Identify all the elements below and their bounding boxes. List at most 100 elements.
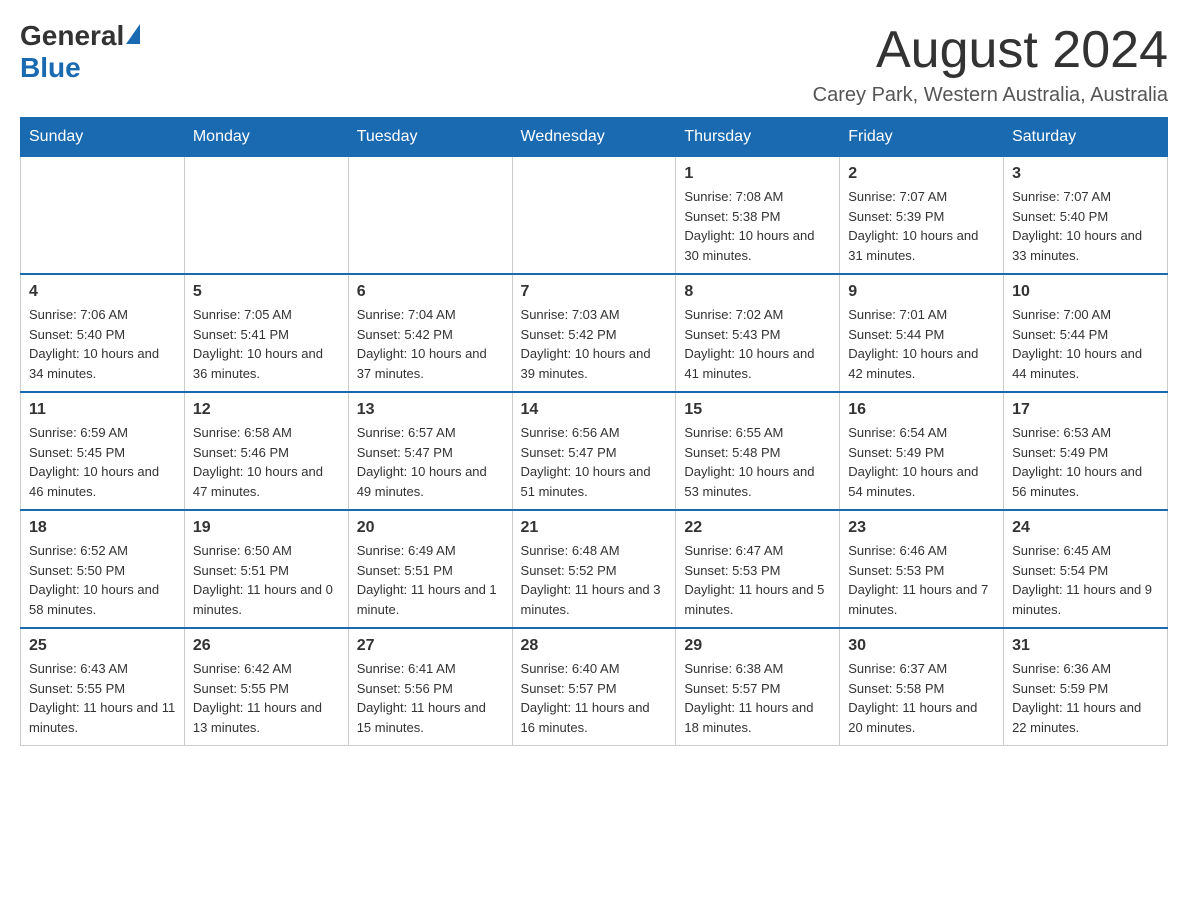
- table-row: [21, 157, 185, 275]
- day-number: 15: [684, 401, 831, 419]
- table-row: 14Sunrise: 6:56 AM Sunset: 5:47 PM Dayli…: [512, 392, 676, 510]
- calendar-week-row: 4 Sunrise: 7:06 AM Sunset: 5:40 PM Daylig…: [21, 274, 1168, 392]
- day-number: 8: [684, 283, 831, 301]
- day-info: Sunrise: 6:43 AM Sunset: 5:55 PM Dayligh…: [29, 659, 176, 737]
- day-info: Sunrise: 7:03 AM Sunset: 5:42 PM Dayligh…: [521, 305, 668, 383]
- table-row: 19Sunrise: 6:50 AM Sunset: 5:51 PM Dayli…: [184, 510, 348, 628]
- calendar-week-row: 11 Sunrise: 6:59 AM Sunset: 5:45 PM Dayli…: [21, 392, 1168, 510]
- table-row: 22 Sunrise: 6:47 AM Sunset: 5:53 PM Dayli…: [676, 510, 840, 628]
- day-info: Sunrise: 7:00 AM Sunset: 5:44 PM Dayligh…: [1012, 305, 1159, 383]
- table-row: 28 Sunrise: 6:40 AM Sunset: 5:57 PM Dayli…: [512, 628, 676, 746]
- table-row: 25 Sunrise: 6:43 AM Sunset: 5:55 PM Dayli…: [21, 628, 185, 746]
- calendar-table: Sunday Monday Tuesday Wednesday Thursday…: [20, 117, 1168, 746]
- day-info: Sunrise: 7:01 AM Sunset: 5:44 PM Dayligh…: [848, 305, 995, 383]
- day-number: 10: [1012, 283, 1159, 301]
- table-row: [348, 157, 512, 275]
- day-number: 24: [1012, 519, 1159, 537]
- day-number: 12: [193, 401, 340, 419]
- day-info: Sunrise: 6:40 AM Sunset: 5:57 PM Dayligh…: [521, 659, 668, 737]
- day-number: 9: [848, 283, 995, 301]
- title-block: August 2024 Carey Park, Western Australi…: [813, 20, 1168, 107]
- page-header: General Blue August 2024 Carey Park, Wes…: [20, 20, 1168, 107]
- table-row: 9 Sunrise: 7:01 AM Sunset: 5:44 PM Daylig…: [840, 274, 1004, 392]
- day-info: Sunrise: 7:07 AM Sunset: 5:39 PM Dayligh…: [848, 187, 995, 265]
- table-row: 4 Sunrise: 7:06 AM Sunset: 5:40 PM Daylig…: [21, 274, 185, 392]
- day-info: Sunrise: 7:08 AM Sunset: 5:38 PM Dayligh…: [684, 187, 831, 265]
- day-info: Sunrise: 6:52 AM Sunset: 5:50 PM Dayligh…: [29, 541, 176, 619]
- table-row: 7 Sunrise: 7:03 AM Sunset: 5:42 PM Daylig…: [512, 274, 676, 392]
- header-saturday: Saturday: [1004, 118, 1168, 157]
- table-row: 18 Sunrise: 6:52 AM Sunset: 5:50 PM Dayli…: [21, 510, 185, 628]
- day-info: Sunrise: 6:46 AM Sunset: 5:53 PM Dayligh…: [848, 541, 995, 619]
- header-wednesday: Wednesday: [512, 118, 676, 157]
- calendar-week-row: 18 Sunrise: 6:52 AM Sunset: 5:50 PM Dayli…: [21, 510, 1168, 628]
- day-info: Sunrise: 6:45 AM Sunset: 5:54 PM Dayligh…: [1012, 541, 1159, 619]
- day-info: Sunrise: 6:54 AM Sunset: 5:49 PM Dayligh…: [848, 423, 995, 501]
- table-row: 3Sunrise: 7:07 AM Sunset: 5:40 PM Daylig…: [1004, 157, 1168, 275]
- day-info: Sunrise: 6:37 AM Sunset: 5:58 PM Dayligh…: [848, 659, 995, 737]
- logo: General Blue: [20, 20, 140, 84]
- table-row: 30 Sunrise: 6:37 AM Sunset: 5:58 PM Dayli…: [840, 628, 1004, 746]
- table-row: 13 Sunrise: 6:57 AM Sunset: 5:47 PM Dayli…: [348, 392, 512, 510]
- table-row: 10 Sunrise: 7:00 AM Sunset: 5:44 PM Dayli…: [1004, 274, 1168, 392]
- day-number: 30: [848, 637, 995, 655]
- day-number: 21: [521, 519, 668, 537]
- day-info: Sunrise: 7:04 AM Sunset: 5:42 PM Dayligh…: [357, 305, 504, 383]
- day-info: Sunrise: 6:58 AM Sunset: 5:46 PM Dayligh…: [193, 423, 340, 501]
- day-number: 1: [684, 165, 831, 183]
- day-number: 20: [357, 519, 504, 537]
- header-friday: Friday: [840, 118, 1004, 157]
- logo-triangle-icon: [126, 24, 140, 44]
- table-row: 23Sunrise: 6:46 AM Sunset: 5:53 PM Dayli…: [840, 510, 1004, 628]
- table-row: 26 Sunrise: 6:42 AM Sunset: 5:55 PM Dayli…: [184, 628, 348, 746]
- calendar-week-row: 25 Sunrise: 6:43 AM Sunset: 5:55 PM Dayli…: [21, 628, 1168, 746]
- day-number: 31: [1012, 637, 1159, 655]
- calendar-week-row: 1 Sunrise: 7:08 AM Sunset: 5:38 PM Daylig…: [21, 157, 1168, 275]
- day-number: 6: [357, 283, 504, 301]
- day-info: Sunrise: 6:55 AM Sunset: 5:48 PM Dayligh…: [684, 423, 831, 501]
- table-row: [512, 157, 676, 275]
- month-title: August 2024: [813, 20, 1168, 80]
- day-number: 11: [29, 401, 176, 419]
- table-row: 17Sunrise: 6:53 AM Sunset: 5:49 PM Dayli…: [1004, 392, 1168, 510]
- logo-blue-text: Blue: [20, 52, 81, 84]
- day-info: Sunrise: 7:06 AM Sunset: 5:40 PM Dayligh…: [29, 305, 176, 383]
- day-info: Sunrise: 6:38 AM Sunset: 5:57 PM Dayligh…: [684, 659, 831, 737]
- day-info: Sunrise: 6:57 AM Sunset: 5:47 PM Dayligh…: [357, 423, 504, 501]
- day-number: 17: [1012, 401, 1159, 419]
- day-number: 22: [684, 519, 831, 537]
- day-number: 26: [193, 637, 340, 655]
- day-info: Sunrise: 6:41 AM Sunset: 5:56 PM Dayligh…: [357, 659, 504, 737]
- day-info: Sunrise: 6:47 AM Sunset: 5:53 PM Dayligh…: [684, 541, 831, 619]
- day-info: Sunrise: 6:56 AM Sunset: 5:47 PM Dayligh…: [521, 423, 668, 501]
- day-number: 4: [29, 283, 176, 301]
- day-number: 18: [29, 519, 176, 537]
- table-row: 5Sunrise: 7:05 AM Sunset: 5:41 PM Daylig…: [184, 274, 348, 392]
- table-row: 6 Sunrise: 7:04 AM Sunset: 5:42 PM Daylig…: [348, 274, 512, 392]
- day-info: Sunrise: 7:05 AM Sunset: 5:41 PM Dayligh…: [193, 305, 340, 383]
- day-info: Sunrise: 6:49 AM Sunset: 5:51 PM Dayligh…: [357, 541, 504, 619]
- day-number: 25: [29, 637, 176, 655]
- day-info: Sunrise: 6:42 AM Sunset: 5:55 PM Dayligh…: [193, 659, 340, 737]
- day-number: 7: [521, 283, 668, 301]
- table-row: 1 Sunrise: 7:08 AM Sunset: 5:38 PM Daylig…: [676, 157, 840, 275]
- table-row: 16 Sunrise: 6:54 AM Sunset: 5:49 PM Dayli…: [840, 392, 1004, 510]
- day-number: 13: [357, 401, 504, 419]
- table-row: [184, 157, 348, 275]
- calendar-header-row: Sunday Monday Tuesday Wednesday Thursday…: [21, 118, 1168, 157]
- header-sunday: Sunday: [21, 118, 185, 157]
- day-number: 16: [848, 401, 995, 419]
- day-number: 2: [848, 165, 995, 183]
- day-number: 28: [521, 637, 668, 655]
- logo-general-text: General: [20, 20, 124, 52]
- table-row: 2 Sunrise: 7:07 AM Sunset: 5:39 PM Daylig…: [840, 157, 1004, 275]
- table-row: 15 Sunrise: 6:55 AM Sunset: 5:48 PM Dayli…: [676, 392, 840, 510]
- header-thursday: Thursday: [676, 118, 840, 157]
- day-number: 29: [684, 637, 831, 655]
- table-row: 21Sunrise: 6:48 AM Sunset: 5:52 PM Dayli…: [512, 510, 676, 628]
- table-row: 29 Sunrise: 6:38 AM Sunset: 5:57 PM Dayli…: [676, 628, 840, 746]
- day-info: Sunrise: 6:59 AM Sunset: 5:45 PM Dayligh…: [29, 423, 176, 501]
- table-row: 8Sunrise: 7:02 AM Sunset: 5:43 PM Daylig…: [676, 274, 840, 392]
- header-monday: Monday: [184, 118, 348, 157]
- day-number: 3: [1012, 165, 1159, 183]
